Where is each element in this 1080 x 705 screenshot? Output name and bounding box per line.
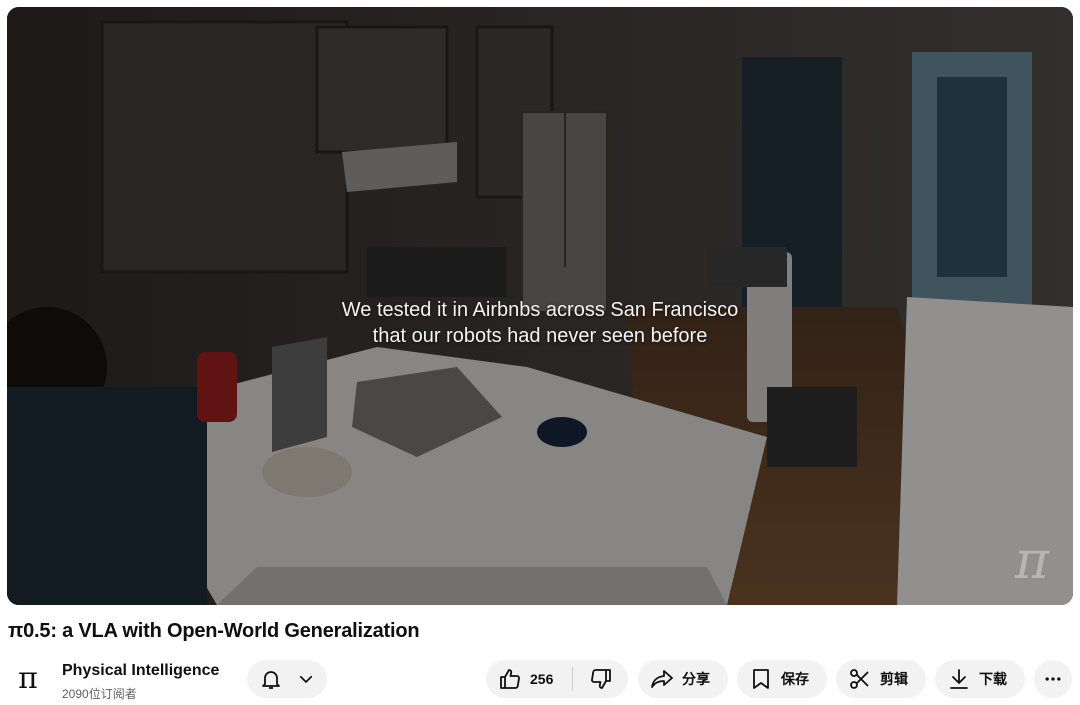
caption-line-2: that our robots had never seen before — [372, 325, 708, 347]
channel-name[interactable]: Physical Intelligence — [62, 662, 219, 680]
channel-avatar[interactable]: π — [8, 658, 48, 698]
video-title: π0.5: a VLA with Open-World Generalizati… — [8, 620, 420, 642]
video-caption: We tested it in Airbnbs across San Franc… — [7, 297, 1073, 349]
dislike-button[interactable] — [573, 667, 628, 691]
clip-button[interactable]: 剪辑 — [836, 660, 926, 698]
like-dislike-group: 256 — [486, 660, 628, 698]
download-label: 下载 — [979, 671, 1007, 687]
bell-icon — [259, 667, 283, 691]
save-button[interactable]: 保存 — [737, 660, 827, 698]
more-icon — [1043, 669, 1063, 689]
chevron-down-icon — [297, 670, 315, 688]
like-button[interactable]: 256 — [486, 667, 572, 691]
bookmark-icon — [749, 667, 773, 691]
video-player[interactable]: We tested it in Airbnbs across San Franc… — [7, 7, 1073, 605]
caption-line-1: We tested it in Airbnbs across San Franc… — [341, 299, 739, 321]
subscriber-count: 2090位订阅者 — [62, 687, 137, 701]
share-label: 分享 — [682, 671, 710, 687]
more-actions-button[interactable] — [1034, 660, 1072, 698]
thumbs-up-icon — [498, 667, 522, 691]
thumbs-down-icon — [589, 667, 613, 691]
like-count: 256 — [530, 671, 554, 687]
channel-watermark: π — [1014, 531, 1049, 591]
download-icon — [947, 667, 971, 691]
clip-label: 剪辑 — [880, 671, 908, 687]
download-button[interactable]: 下载 — [935, 660, 1025, 698]
notification-button[interactable] — [247, 660, 327, 698]
save-label: 保存 — [781, 671, 809, 687]
share-icon — [650, 667, 674, 691]
scissors-icon — [848, 667, 872, 691]
share-button[interactable]: 分享 — [638, 660, 728, 698]
